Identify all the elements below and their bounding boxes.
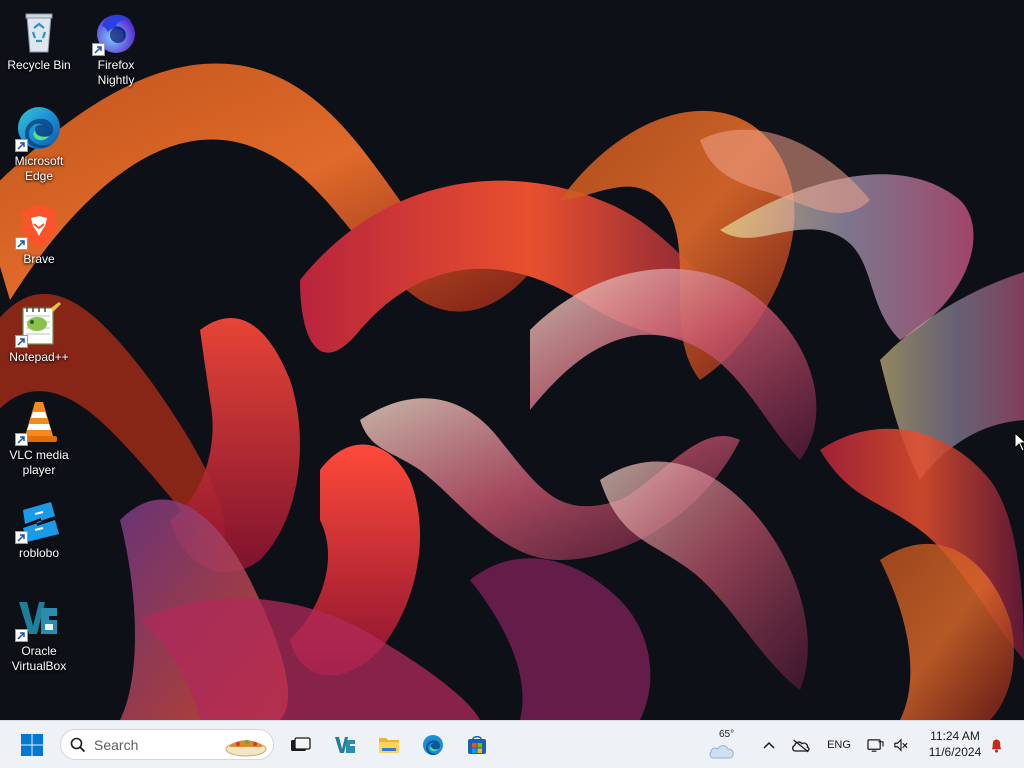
desktop-icon-label: Oracle VirtualBox [11,644,67,673]
notifications-button[interactable] [986,721,1006,769]
input-language[interactable]: ENG [822,721,856,769]
shortcut-arrow-icon [92,43,105,56]
language-indicator: ENG [827,739,851,751]
shortcut-arrow-icon [15,629,28,642]
cloud-offline-icon [792,739,810,752]
firefox-nightly-icon [92,8,140,56]
edge-icon [423,735,443,756]
roblobo-icon [15,496,63,544]
clock-date: 11/6/2024 [928,745,982,759]
desktop-icon-label: VLC media player [9,448,69,477]
cloud-icon [709,745,734,759]
vlc-icon [15,398,63,446]
desktop-icon-oracle-virtualbox[interactable]: Oracle VirtualBox [1,594,77,674]
desktop-icon-brave[interactable]: Brave [1,202,77,267]
shortcut-arrow-icon [15,433,28,446]
virtualbox-icon [15,594,63,642]
desktop-icon-label: Microsoft Edge [14,154,64,183]
network-icon [866,738,884,752]
desktop-icon-microsoft-edge[interactable]: Microsoft Edge [1,104,77,184]
volume-status[interactable] [890,721,912,769]
taskbar-file-explorer[interactable] [371,727,407,763]
store-icon [468,736,486,754]
shortcut-arrow-icon [15,531,28,544]
taskbar-task-view[interactable] [282,727,318,763]
virtualbox-icon [335,737,355,753]
network-status[interactable] [864,721,886,769]
taskbar-virtualbox[interactable] [327,727,363,763]
search-input[interactable]: Search [60,729,274,760]
shortcut-arrow-icon [15,237,28,250]
mouse-cursor-icon [1014,432,1024,452]
shortcut-arrow-icon [15,139,28,152]
start-button[interactable] [14,727,50,763]
bell-icon [991,738,1001,753]
clock[interactable]: 11:24 AM 11/6/2024 [918,728,992,760]
onedrive-status[interactable] [788,721,814,769]
volume-muted-icon [894,738,908,752]
desktop-icon-label: Brave [23,252,55,266]
taskbar: Search 65° ENG 11:24 AM 11/6/2024 [0,720,1024,768]
desktop-icon-roblobo[interactable]: roblobo [1,496,77,561]
wallpaper [0,0,1024,720]
desktop-icon-label: Notepad++ [9,350,69,364]
chevron-up-icon [763,741,775,749]
weather-temperature: 65° [719,729,735,740]
desktop-icon-firefox-nightly[interactable]: Firefox Nightly [78,8,154,88]
desktop-icon-label: Recycle Bin [7,58,71,72]
task-view-icon [291,737,311,751]
search-placeholder: Search [94,737,139,753]
desktop-icon-vlc[interactable]: VLC media player [1,398,77,478]
edge-icon [15,104,63,152]
windows-start-icon [21,734,43,756]
folder-icon [379,738,399,753]
search-highlight-icon [225,740,267,757]
search-icon [70,737,86,753]
recycle-bin-icon [15,8,63,56]
desktop-icon-label: Firefox Nightly [97,58,135,87]
taskbar-edge[interactable] [415,727,451,763]
show-hidden-icons-button[interactable] [758,721,780,769]
desktop-icon-notepad-plus-plus[interactable]: Notepad++ [1,300,77,365]
clock-time: 11:24 AM [930,729,980,743]
desktop[interactable]: Recycle Bin Firefox Nightly Microsoft Ed… [0,0,1024,720]
brave-icon [15,202,63,250]
notepad-plus-plus-icon [15,300,63,348]
taskbar-microsoft-store[interactable] [459,727,495,763]
desktop-icon-recycle-bin[interactable]: Recycle Bin [1,8,77,73]
desktop-icon-label: roblobo [18,546,60,560]
shortcut-arrow-icon [15,335,28,348]
